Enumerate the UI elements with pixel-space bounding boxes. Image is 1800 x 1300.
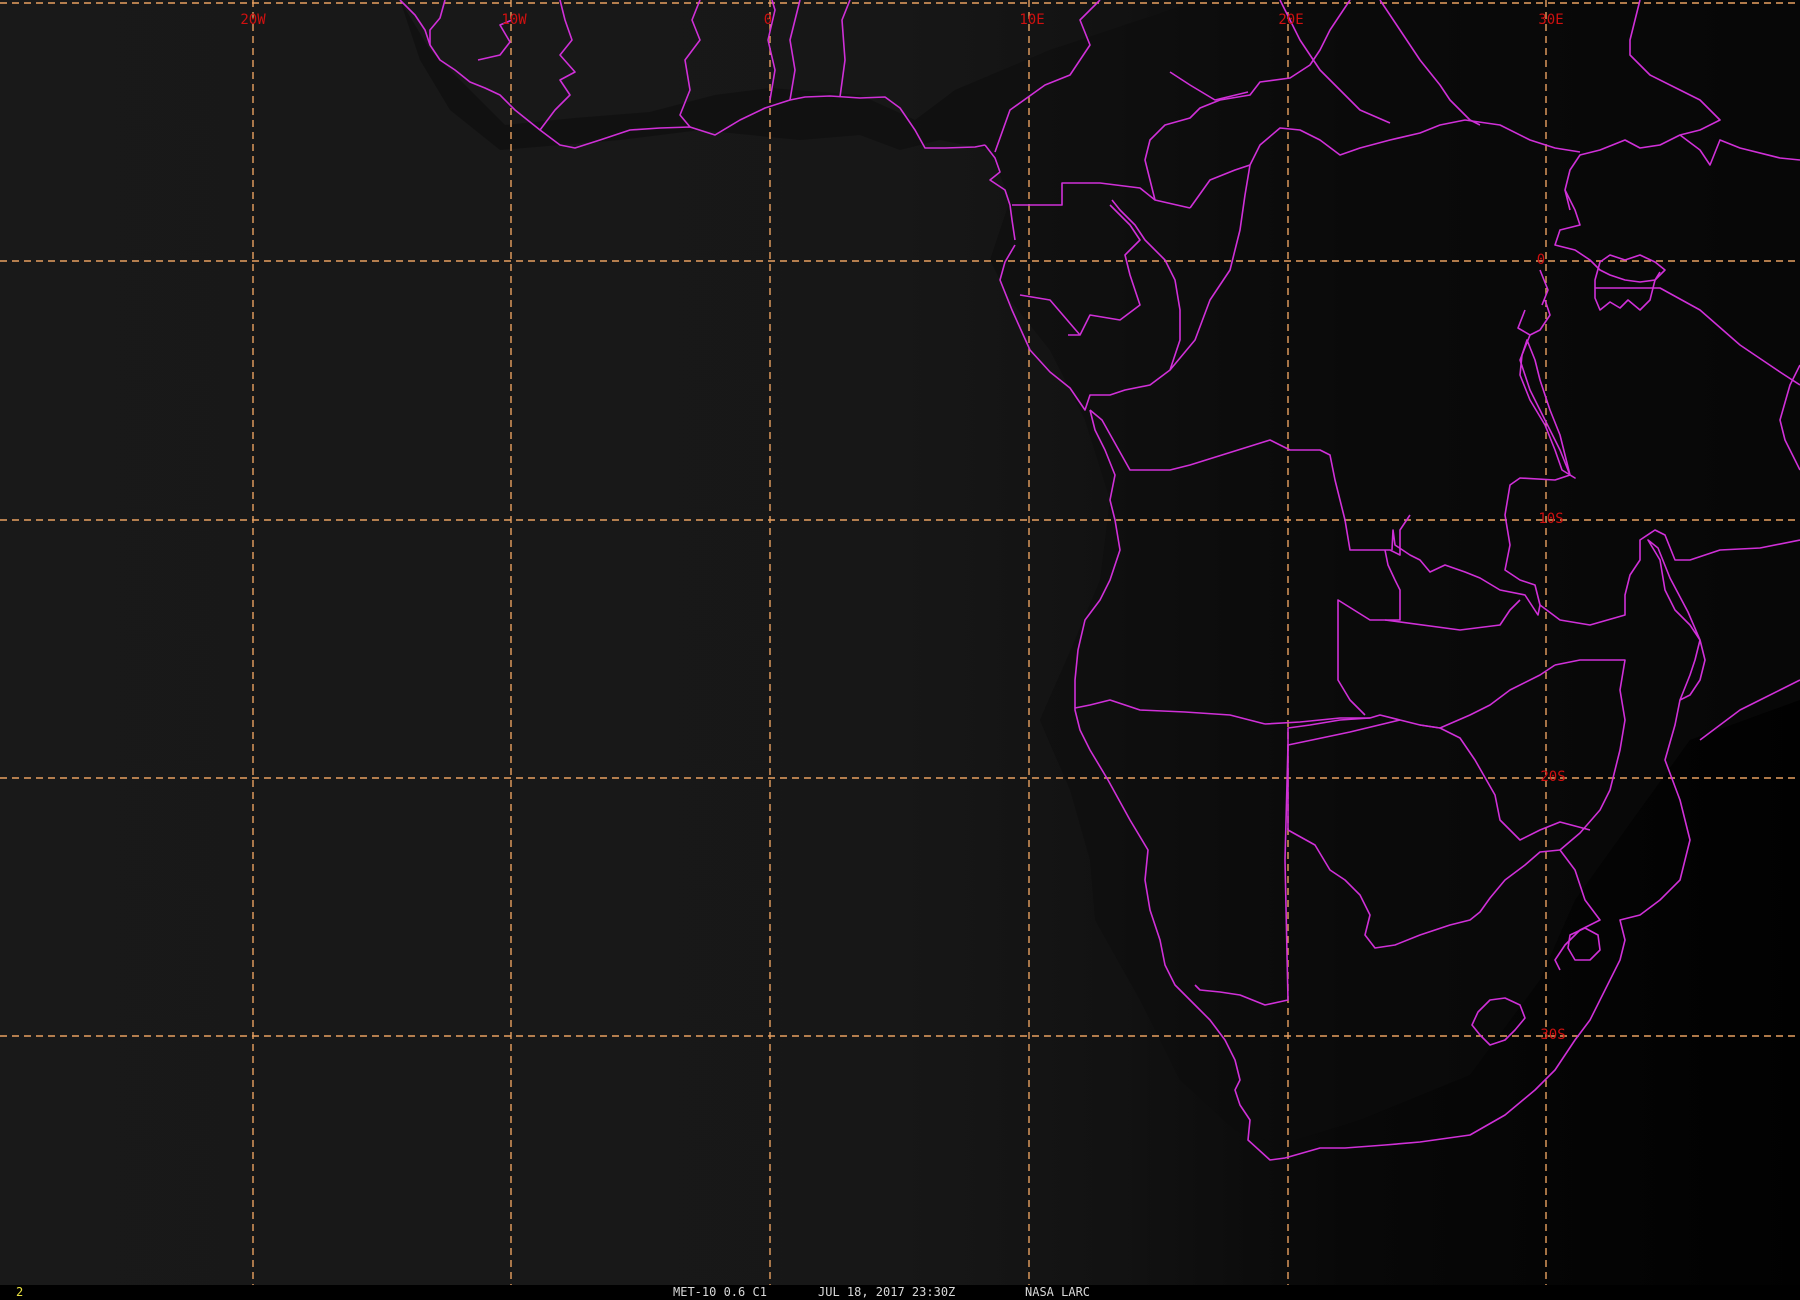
lon-label-20e: 20E <box>1278 12 1303 28</box>
political-borders <box>399 0 1800 1161</box>
coastline-cameroon <box>984 144 1016 241</box>
lake-tanganyika <box>1519 339 1576 479</box>
border-kenya-north <box>1679 134 1800 166</box>
lat-label-30s: 30S <box>1540 1027 1565 1043</box>
border-eq-guinea <box>1012 182 1191 209</box>
lon-label-20w: 20W <box>240 12 266 28</box>
map-overlay: 20W 10W 0 10E 20E 30E 0 10S 20S 30S <box>0 0 1800 1285</box>
border-ethiopia <box>1564 0 1721 211</box>
lon-label-30e: 30E <box>1538 12 1563 28</box>
lat-label-20s: 20S <box>1540 769 1565 785</box>
border-rwanda <box>1517 299 1551 336</box>
lesotho <box>1471 997 1526 1046</box>
border-madagascar-edge <box>1779 364 1800 471</box>
lake-malawi <box>1647 539 1706 701</box>
lon-label-10e: 10E <box>1019 12 1044 28</box>
border-gabon-inner <box>1068 204 1141 336</box>
border-zambia-south <box>1384 599 1521 631</box>
border-car-drc <box>1169 71 1249 101</box>
border-zimbabwe <box>1264 664 1556 729</box>
border-namibia-south <box>1194 744 1289 1006</box>
border-wa-6 <box>789 0 801 101</box>
lon-label-0: 0 <box>764 12 772 28</box>
border-namibia-angola <box>1074 699 1266 725</box>
border-car <box>1144 0 1351 201</box>
lon-label-10w: 10W <box>501 12 527 28</box>
border-angola-zambia <box>1337 549 1401 716</box>
source-label: NASA LARC <box>1025 1285 1091 1299</box>
border-botswana <box>1287 829 1561 949</box>
status-bar: 2 MET-10 0.6 C1 JUL 18, 2017 23:30Z NASA… <box>0 1285 1800 1300</box>
product-label: MET-10 0.6 C1 <box>673 1285 767 1299</box>
border-botswana-west <box>1287 719 1401 830</box>
frame-number: 2 <box>16 1285 24 1299</box>
border-drc-east <box>1391 334 1571 616</box>
border-gabon <box>999 199 1181 411</box>
lat-label-10s: 10S <box>1538 511 1563 527</box>
border-wa-3 <box>539 0 576 131</box>
coastline-angola <box>1074 409 1286 1161</box>
border-wa-4 <box>679 0 701 128</box>
border-mozambique <box>1554 659 1626 971</box>
border-mozambique-north <box>1699 679 1800 741</box>
lat-label-0: 0 <box>1537 252 1545 268</box>
coastline-mozambique <box>1284 699 1691 1159</box>
border-nigeria-cameroon <box>994 0 1101 153</box>
lake-victoria <box>1594 254 1666 311</box>
border-wa-7 <box>839 0 851 98</box>
eswatini <box>1567 927 1601 961</box>
border-sudan <box>1249 119 1581 166</box>
border-uganda <box>1554 189 1661 283</box>
border-drc-angola <box>1089 409 1411 556</box>
grid-labels: 20W 10W 0 10E 20E 30E 0 10S 20S 30S <box>240 12 1565 1043</box>
lat-lon-grid <box>0 0 1800 1285</box>
border-ss-2 <box>1379 0 1481 126</box>
border-wa-1 <box>429 0 446 45</box>
border-congo-drc <box>1169 164 1251 371</box>
lake-kivu-inner <box>1539 269 1549 306</box>
datetime-label: JUL 18, 2017 23:30Z <box>818 1285 956 1299</box>
